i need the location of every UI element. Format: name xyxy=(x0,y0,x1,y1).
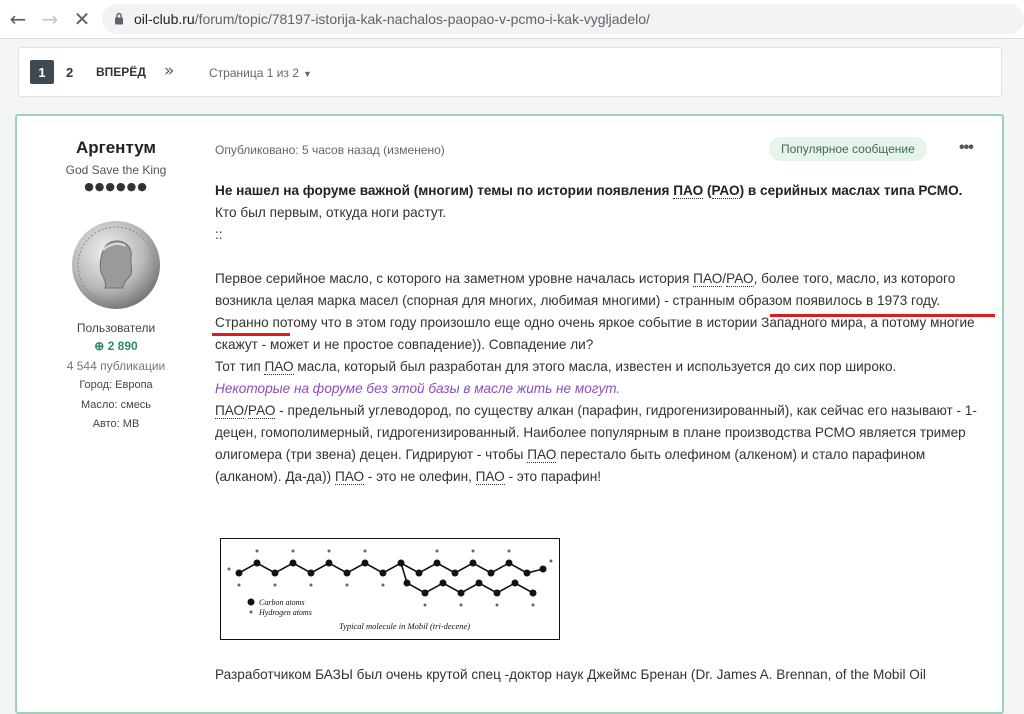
url-path: /forum/topic/78197-istorija-kak-nachalos… xyxy=(194,11,650,27)
post-heading: Не нашел на форуме важной (многим) темы … xyxy=(215,180,985,202)
author-oil: Масло: смесь xyxy=(80,399,152,411)
post-paragraph: Тот тип ПАО масла, который был разработа… xyxy=(215,356,985,378)
abbr-pao: ПАО xyxy=(527,447,557,463)
caret-down-icon: ▼ xyxy=(302,69,312,79)
abbr-pao: ПАО xyxy=(264,359,294,375)
pagination: 1 2 ВПЕРЁД » Страница 1 из 2 ▼ xyxy=(18,47,1002,97)
reputation-value: 2 890 xyxy=(107,339,138,353)
post-meta[interactable]: Опубликовано: 5 часов назад (изменено) xyxy=(215,143,445,157)
popular-badge: Популярное сообщение xyxy=(769,137,927,161)
reputation-badge: ⊕ 2 890 xyxy=(17,339,215,353)
browser-toolbar: ← → ✕ oil-club.ru/forum/topic/78197-isto… xyxy=(0,0,1024,39)
abbr-pao: ПАО xyxy=(693,271,723,287)
author-car: Авто: MB xyxy=(92,418,140,430)
avatar[interactable] xyxy=(71,220,161,310)
post-paragraph: Кто был первым, откуда ноги растут. xyxy=(215,205,447,220)
author-title: God Save the King xyxy=(65,163,167,177)
legend-hydrogen: Hydrogen atoms xyxy=(258,608,312,617)
author-name[interactable]: Аргентум xyxy=(17,138,215,158)
page-current: 1 xyxy=(30,60,54,84)
ellipsis-icon[interactable]: ••• xyxy=(959,139,974,157)
post-body: Не нашел на форуме важной (многим) темы … xyxy=(215,180,985,682)
text-span: Тот тип xyxy=(215,359,265,374)
rank-pips: ●●●●●● xyxy=(84,180,148,193)
text-span: ) в серийных маслах типа РСМО. xyxy=(739,183,963,198)
highlight-underline xyxy=(212,333,290,336)
figure-caption: Typical molecule in Mobil (tri-decene) xyxy=(339,621,470,631)
page-link-2[interactable]: 2 xyxy=(66,65,73,80)
address-bar[interactable]: oil-club.ru/forum/topic/78197-istorija-k… xyxy=(102,4,1024,34)
arrow-right-icon[interactable]: → xyxy=(38,7,62,31)
last-page-link[interactable]: » xyxy=(164,61,174,81)
molecule-diagram: Carbon atoms Hydrogen atoms Typical mole… xyxy=(220,538,560,640)
text-span: Первое серийное масло, с которого на зам… xyxy=(215,271,694,286)
next-page-link[interactable]: ВПЕРЁД xyxy=(96,65,146,79)
text-span: масла, который был разработан для этого … xyxy=(293,359,897,374)
post-paragraph: Разработчиком БАЗЫ был очень крутой спец… xyxy=(215,667,926,682)
abbr-pao: ПАО xyxy=(673,183,704,199)
url-text[interactable]: oil-club.ru/forum/topic/78197-istorija-k… xyxy=(134,11,650,27)
text-span: - это не олефин, xyxy=(364,469,476,484)
url-domain: oil-club.ru xyxy=(134,11,195,27)
author-city: Город: Европа xyxy=(79,379,153,391)
abbr-rao: РАО xyxy=(726,271,754,287)
close-icon[interactable]: ✕ xyxy=(70,7,94,31)
abbr-rao: РАО xyxy=(711,183,740,199)
author-posts: 4 544 публикации xyxy=(66,359,166,373)
text-span: Не нашел на форуме важной (многим) темы … xyxy=(215,183,674,198)
lock-icon xyxy=(115,12,123,25)
text-span: ( xyxy=(703,183,712,198)
post-spacer xyxy=(215,246,985,268)
highlight-underline xyxy=(770,314,995,317)
plus-circle-icon: ⊕ xyxy=(94,339,108,353)
abbr-pao: ПАО xyxy=(475,469,505,485)
author-group: Пользователи xyxy=(76,321,156,335)
abbr-rao: РАО xyxy=(247,403,276,419)
text-span: - это парафин! xyxy=(504,469,601,484)
post-paragraph: Странно потому что в этом году произошло… xyxy=(215,315,975,352)
abbr-pao: ПАО xyxy=(215,403,245,419)
abbr-pao: ПАО xyxy=(334,469,365,485)
page-info-label: Страница 1 из 2 xyxy=(209,66,299,80)
arrow-left-icon[interactable]: ← xyxy=(6,7,30,31)
post-quote: Некоторые на форуме без этой базы в масл… xyxy=(215,381,621,396)
post-paragraph: :: xyxy=(215,227,223,242)
post-paragraph: ПАО/РАО - предельный углеводород, по сущ… xyxy=(215,400,985,488)
post-paragraph: Первое серийное масло, с которого на зам… xyxy=(215,268,985,312)
legend-carbon: Carbon atoms xyxy=(259,598,305,607)
forum-post: Аргентум God Save the King ●●●●●● Пользо… xyxy=(15,114,1004,714)
page-jump-dropdown[interactable]: Страница 1 из 2 ▼ xyxy=(209,66,312,80)
